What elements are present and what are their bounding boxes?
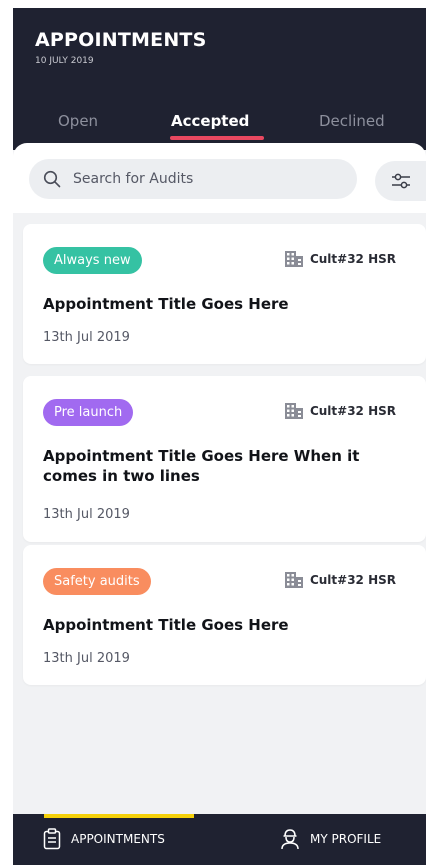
building-icon [284,251,303,267]
page-title: APPOINTMENTS [35,29,207,51]
search-field[interactable]: Search for Audits [29,159,357,199]
location-label: Cult#32 HSR [309,404,396,418]
search-panel: Search for Audits [13,143,426,213]
location-label: Cult#32 HSR [309,573,396,587]
appointment-date: 13th Jul 2019 [43,330,130,345]
appointment-date: 13th Jul 2019 [43,507,130,522]
location: Cult#32 HSR [284,250,396,268]
appointment-card[interactable]: Always new Cult#32 HSR Appointment Title… [23,224,426,364]
tab-open[interactable]: Open [58,112,98,130]
active-nav-indicator [44,814,194,818]
active-tab-indicator [170,136,264,140]
app-screen: APPOINTMENTS 10 JULY 2019 Open Accepted … [13,8,426,865]
category-tag: Safety audits [43,568,151,595]
filter-icon [392,173,410,189]
search-input[interactable]: Search for Audits [73,159,193,199]
category-tag: Pre launch [43,399,134,426]
appointment-title: Appointment Title Goes Here [43,295,289,313]
bottom-nav: APPOINTMENTS MY PROFILE [13,814,426,865]
profile-icon [281,829,299,850]
category-tag: Always new [43,247,142,274]
location: Cult#32 HSR [284,571,396,589]
search-icon [43,170,61,188]
tab-accepted[interactable]: Accepted [171,112,249,130]
nav-appointments-label: APPOINTMENTS [71,832,165,846]
clipboard-icon [43,828,61,850]
nav-appointments[interactable]: APPOINTMENTS [43,828,165,850]
page-date: 10 JULY 2019 [35,56,94,66]
appointment-title: Appointment Title Goes Here When it come… [43,447,360,485]
building-icon [284,572,303,588]
nav-profile-label: MY PROFILE [310,832,382,846]
filter-button[interactable] [375,161,426,201]
appointment-title: Appointment Title Goes Here [43,616,289,634]
location-label: Cult#32 HSR [309,252,396,266]
appointment-date: 13th Jul 2019 [43,651,130,666]
location: Cult#32 HSR [284,402,396,420]
tab-declined[interactable]: Declined [319,112,385,130]
appointment-card[interactable]: Safety audits Cult#32 HSR Appointment Ti… [23,545,426,685]
header: APPOINTMENTS 10 JULY 2019 Open Accepted … [13,8,426,150]
appointment-card[interactable]: Pre launch Cult#32 HSR Appointment Title… [23,376,426,542]
building-icon [284,403,303,419]
nav-my-profile[interactable]: MY PROFILE [280,828,381,850]
